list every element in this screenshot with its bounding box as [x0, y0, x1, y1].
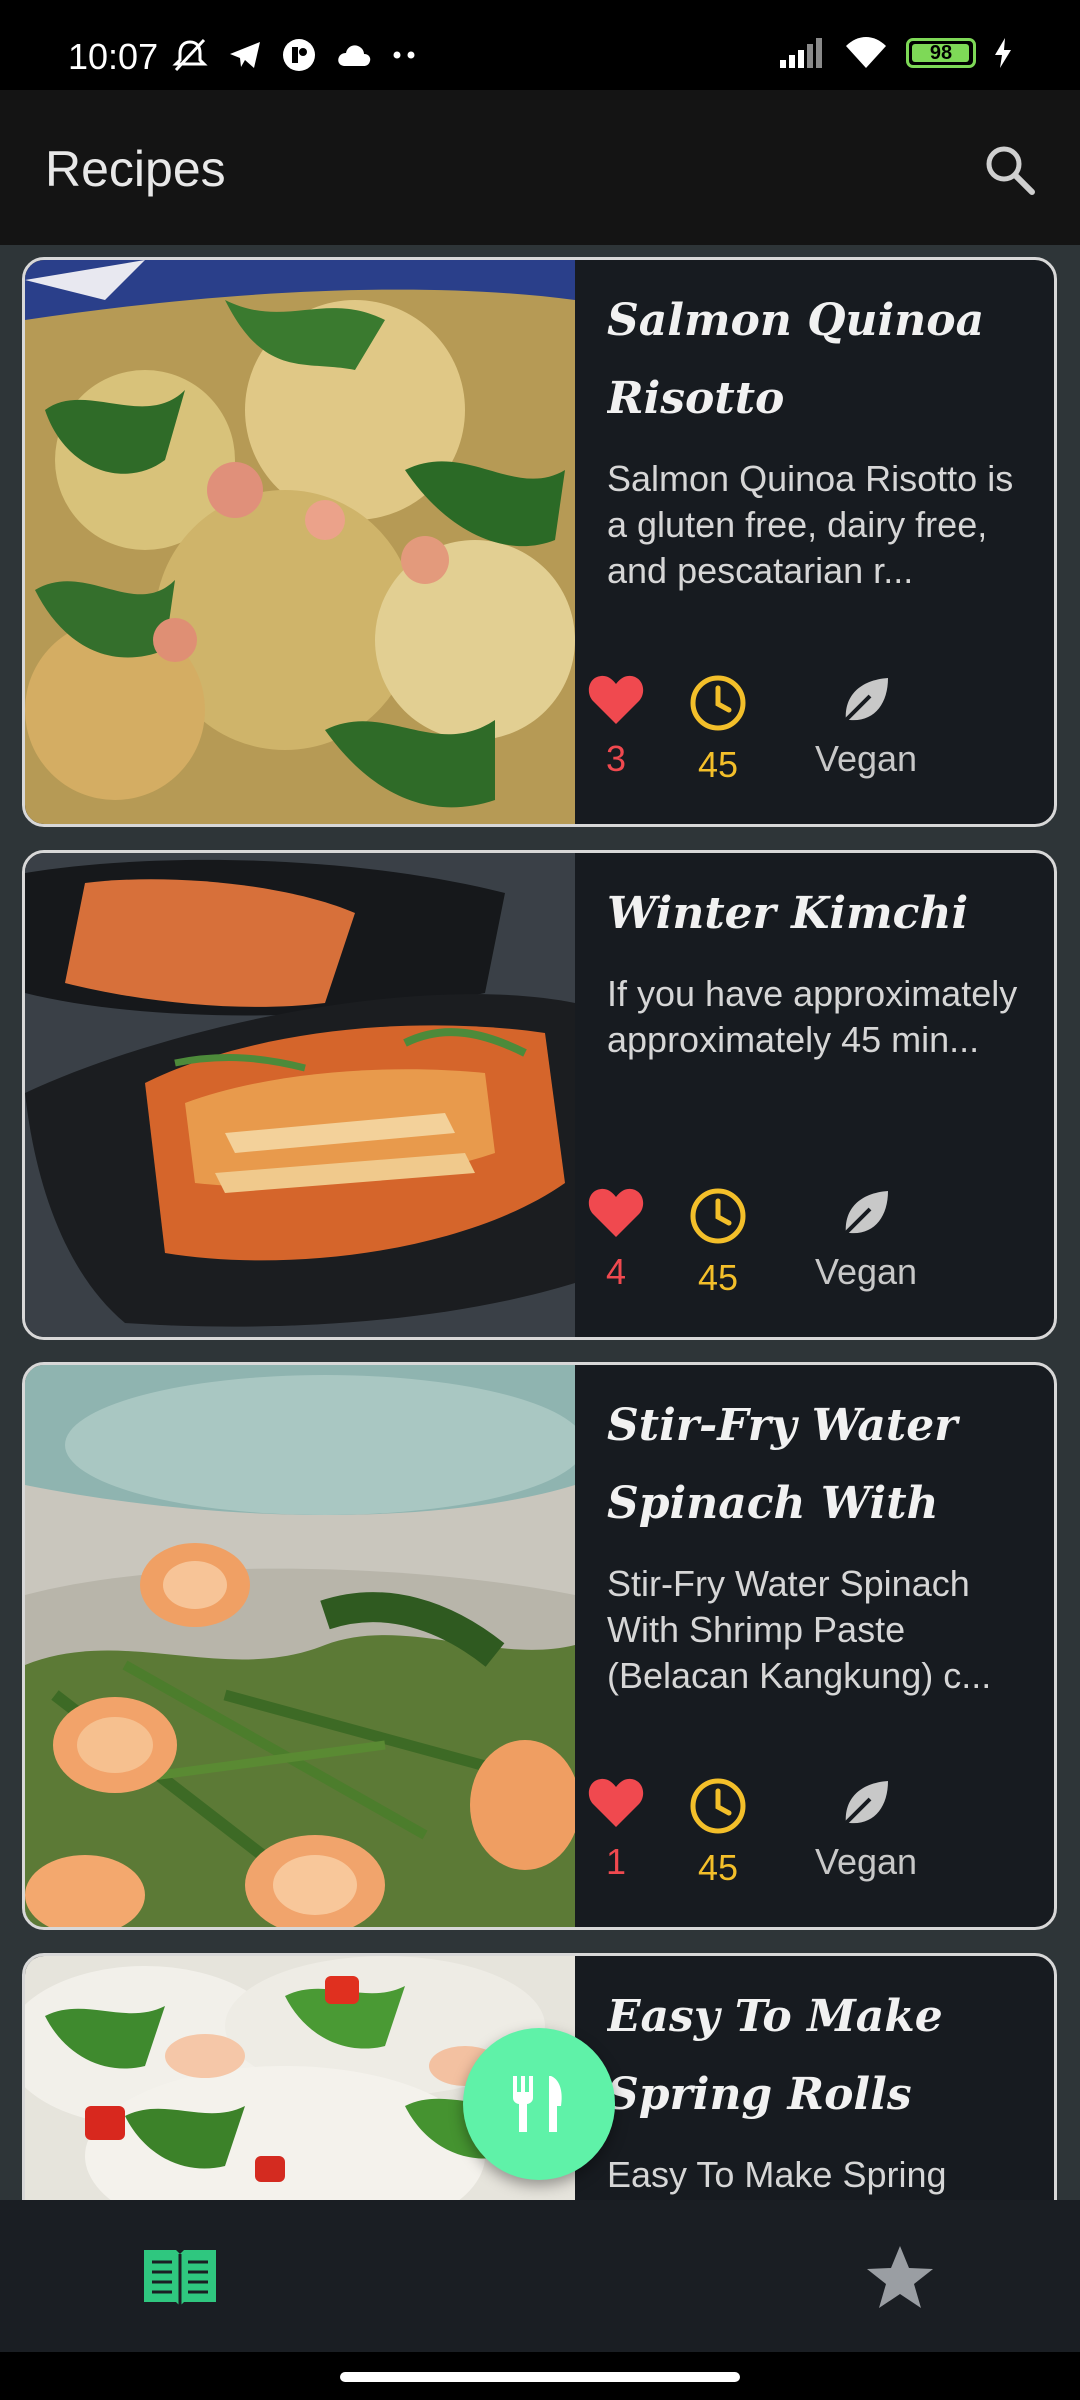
app-bar: Recipes: [0, 90, 1080, 245]
clock-icon: [690, 1778, 746, 1834]
recipe-title: Stir-Fry Water Spinach With Shri...: [607, 1400, 958, 1529]
heart-icon: [588, 1188, 644, 1237]
gesture-area: [0, 2352, 1080, 2400]
heart-icon: [588, 1778, 644, 1827]
cook-time: 45: [685, 1777, 751, 1889]
recipe-meta: 3 45 Vegan: [585, 674, 921, 786]
recipe-image: [25, 260, 575, 824]
wifi-icon: [846, 37, 886, 68]
leaf-icon: [844, 1781, 888, 1825]
recipe-title: Winter Kimchi: [607, 888, 969, 939]
star-icon[interactable]: [860, 2242, 940, 2312]
charging-icon: [995, 38, 1011, 68]
vegan-tag: Vegan: [811, 1777, 921, 1883]
recipe-card[interactable]: Salmon Quinoa Risotto Salmon Quinoa Riso…: [22, 257, 1057, 827]
recipe-description: Salmon Quinoa Risotto is a gluten free, …: [607, 458, 1014, 591]
battery-level: 98: [929, 41, 953, 64]
recipe-description: If you have approximately approximately …: [607, 973, 1018, 1060]
recipe-title: Easy To Make Spring Rolls: [607, 1991, 943, 2120]
more-dots-icon: [393, 51, 415, 59]
status-system-icons: 98: [780, 36, 1012, 70]
vegan-tag: Vegan: [811, 1187, 921, 1293]
cook-minutes: 45: [697, 744, 739, 785]
likes-count: 1: [605, 1841, 627, 1882]
vegan-tag: Vegan: [811, 674, 921, 780]
status-bar: 10:07 98: [0, 0, 1080, 90]
book-icon[interactable]: [140, 2242, 220, 2312]
cook-time: 45: [685, 674, 751, 786]
likes-count: 4: [605, 1251, 627, 1292]
recipe-meta: 1 45 Vegan: [585, 1777, 921, 1889]
cloud-icon: [338, 45, 371, 66]
likes: 4: [585, 1187, 647, 1293]
fab-button[interactable]: [463, 2028, 615, 2180]
recipe-list[interactable]: Salmon Quinoa Risotto Salmon Quinoa Riso…: [0, 245, 1080, 2200]
recipe-card[interactable]: Winter Kimchi If you have approximately …: [22, 850, 1057, 1340]
clock-icon: [690, 675, 746, 731]
likes: 3: [585, 674, 647, 780]
recipe-image: [25, 1365, 575, 1927]
recipe-description: Easy To Make Spring Rolls...: [607, 2154, 947, 2195]
diet-label: Vegan: [814, 1251, 918, 1292]
recipe-meta: 4 45 Vegan: [585, 1187, 921, 1299]
fork-knife-icon: [513, 2076, 562, 2132]
recipe-card[interactable]: Stir-Fry Water Spinach With Shri... Stir…: [22, 1362, 1057, 1930]
battery-icon: 98: [906, 38, 976, 68]
leaf-icon: [844, 1191, 888, 1235]
cook-minutes: 45: [697, 1847, 739, 1888]
signal-icon: [780, 38, 822, 68]
status-time: 10:07: [68, 36, 159, 77]
likes-count: 3: [605, 738, 627, 779]
mute-icon: [172, 38, 208, 72]
app-icon: [283, 39, 315, 71]
cook-time: 45: [685, 1187, 751, 1299]
diet-label: Vegan: [814, 1841, 918, 1882]
home-gesture-bar[interactable]: [340, 2372, 740, 2382]
heart-icon: [588, 675, 644, 724]
leaf-icon: [844, 678, 888, 722]
search-icon[interactable]: [980, 140, 1040, 200]
telegram-icon: [230, 42, 260, 68]
recipe-image: [25, 853, 575, 1337]
recipe-description: Stir-Fry Water Spinach With Shrimp Paste…: [607, 1563, 992, 1696]
diet-label: Vegan: [814, 738, 918, 779]
page-title: Recipes: [45, 141, 226, 197]
clock-icon: [690, 1188, 746, 1244]
likes: 1: [585, 1777, 647, 1883]
bottom-nav: [0, 2200, 1080, 2352]
cook-minutes: 45: [697, 1257, 739, 1298]
recipe-title: Salmon Quinoa Risotto: [607, 295, 985, 424]
status-notification-icons: [172, 38, 418, 72]
